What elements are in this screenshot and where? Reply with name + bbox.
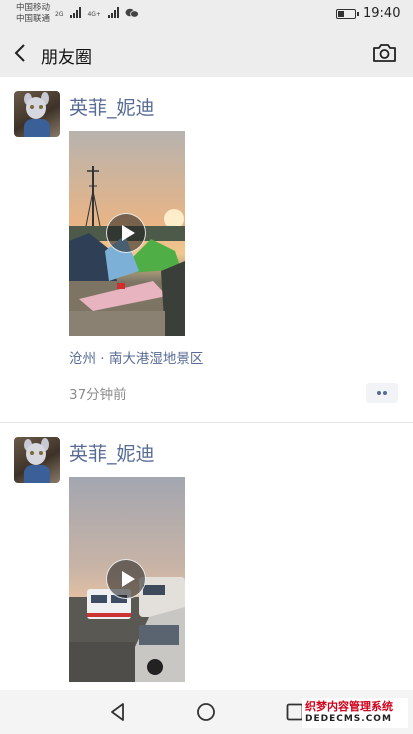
battery-icon xyxy=(336,9,359,19)
carrier-2: 中国联通 xyxy=(16,14,51,24)
moments-header: 朋友圈 xyxy=(0,30,413,77)
signal-icon xyxy=(70,6,82,18)
moments-feed[interactable]: 英菲_妮迪 沧州 · 南大港湿地景区 37分钟前 英菲_妮迪 xyxy=(0,77,413,690)
more-dots-icon[interactable] xyxy=(366,383,398,403)
signal-icon xyxy=(107,6,119,18)
avatar[interactable] xyxy=(14,91,60,137)
camera-icon[interactable] xyxy=(372,42,397,64)
back-triangle-icon[interactable] xyxy=(108,702,128,722)
wechat-notification-icon xyxy=(125,8,139,18)
network-type-1: 2G xyxy=(55,11,64,18)
status-time: 19:40 xyxy=(363,6,401,21)
watermark-line-1: 织梦内容管理系统 xyxy=(305,700,393,713)
chevron-left-icon[interactable] xyxy=(10,42,32,64)
page-title: 朋友圈 xyxy=(41,48,92,68)
play-icon[interactable] xyxy=(106,559,146,599)
status-bar: 中国移动 中国联通 2G 4G+ 19:40 xyxy=(0,0,413,30)
signal-group: 2G 4G+ xyxy=(55,6,139,18)
network-type-2: 4G+ xyxy=(87,11,101,18)
post-location[interactable]: 沧州 · 南大港湿地景区 xyxy=(69,347,203,367)
post-username[interactable]: 英菲_妮迪 xyxy=(69,439,155,466)
video-thumbnail[interactable] xyxy=(69,477,185,682)
play-icon[interactable] xyxy=(106,213,146,253)
carrier-info: 中国移动 中国联通 xyxy=(16,3,50,25)
post-username[interactable]: 英菲_妮迪 xyxy=(69,93,155,120)
avatar[interactable] xyxy=(14,437,60,483)
home-circle-icon[interactable] xyxy=(196,702,216,722)
watermark: 织梦内容管理系统 DEDECMS.COM xyxy=(302,698,408,728)
video-thumbnail[interactable] xyxy=(69,131,185,336)
carrier-1: 中国移动 xyxy=(16,3,51,13)
moment-post: 英菲_妮迪 xyxy=(0,423,413,690)
moment-post: 英菲_妮迪 xyxy=(0,77,413,423)
post-timestamp: 37分钟前 xyxy=(69,387,127,403)
watermark-line-2: DEDECMS.COM xyxy=(305,714,392,724)
